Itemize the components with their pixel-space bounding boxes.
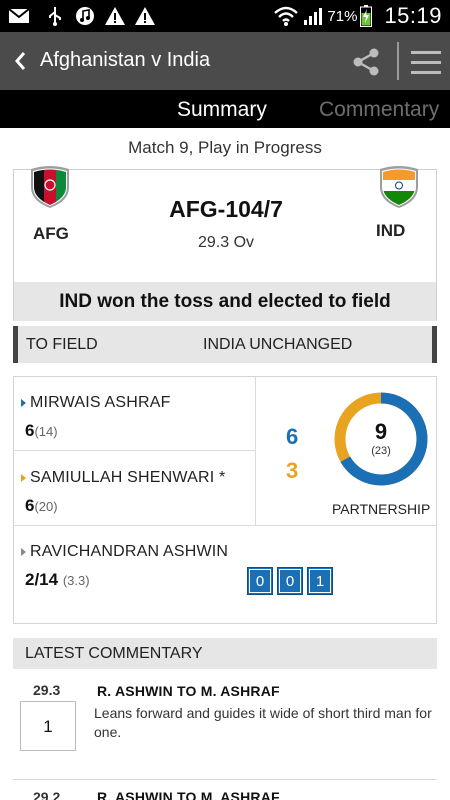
players-panel: MIRWAIS ASHRAF 6(14) SAMIULLAH SHENWARI … [13, 376, 437, 624]
battery-percent: 71% [327, 7, 358, 25]
action-bar-divider [397, 42, 399, 80]
ball-result: 0 [247, 567, 273, 595]
share-icon[interactable] [350, 46, 382, 78]
battery-charging-icon [360, 5, 373, 27]
partnership-balls: (23) [371, 445, 391, 457]
latest-commentary-title: LATEST COMMENTARY [25, 645, 203, 662]
warning-icon [104, 6, 126, 26]
to-field-label: TO FIELD [26, 336, 98, 353]
ball-result: 1 [307, 567, 333, 595]
panel-divider [14, 525, 436, 526]
tab-bar: Summary Commentary [0, 90, 450, 128]
partnership-runs: 9 [374, 419, 388, 444]
partnership-label: PARTNERSHIP [332, 501, 431, 517]
batsman2-partnership-runs: 3 [286, 458, 299, 483]
match-status: Match 9, Play in Progress [128, 138, 322, 157]
usb-icon [44, 6, 66, 26]
batsman2-score: 6(20) [25, 496, 58, 515]
signal-icon [303, 6, 325, 26]
latest-commentary-header: LATEST COMMENTARY [13, 638, 437, 669]
back-chevron-icon[interactable] [12, 50, 28, 72]
ball-result: 0 [277, 567, 303, 595]
batsman1-name[interactable]: MIRWAIS ASHRAF [30, 394, 171, 412]
innings-score: AFG-104/7 [169, 196, 283, 222]
bowler-marker-icon [21, 548, 26, 556]
tab-summary[interactable]: Summary [177, 98, 267, 122]
music-icon [74, 6, 96, 26]
panel-divider [255, 377, 256, 525]
batsman2-name[interactable]: SAMIULLAH SHENWARI * [30, 469, 225, 487]
warning-icon [134, 6, 156, 26]
bowler-name[interactable]: RAVICHANDRAN ASHWIN [30, 543, 228, 561]
page-title[interactable]: Afghanistan v India [40, 49, 210, 72]
panel-divider [14, 450, 256, 451]
batsman1-partnership-runs: 6 [286, 424, 299, 449]
score-card: AFG IND AFG-104/7 29.3 Ov IND won the to… [13, 166, 437, 321]
bowler-figures: 2/14 (3.3) [25, 570, 90, 589]
clock: 15:19 [384, 3, 442, 28]
commentary-over: 29.3 [33, 682, 61, 698]
email-notification-icon [8, 6, 30, 26]
hamburger-menu-icon[interactable] [410, 46, 442, 78]
wifi-icon [273, 5, 299, 27]
commentary-runs-box: 1 [20, 701, 76, 751]
commentary-divider [13, 779, 437, 780]
commentary-title: R. ASHWIN TO M. ASHRAF [97, 683, 280, 699]
status-bar: 71% 15:19 [0, 0, 450, 32]
action-bar: Afghanistan v India [0, 32, 450, 90]
overs: 29.3 Ov [197, 234, 255, 251]
to-field-bar: TO FIELD INDIA UNCHANGED [13, 326, 437, 363]
batsman1-score: 6(14) [25, 421, 58, 440]
batsman2-marker-icon [21, 474, 26, 482]
toss-result: IND won the toss and elected to field [14, 282, 436, 321]
commentary-over: 29.2 [33, 789, 61, 800]
to-field-value: INDIA UNCHANGED [203, 336, 353, 353]
tab-commentary[interactable]: Commentary [319, 98, 439, 122]
commentary-title: R. ASHWIN TO M. ASHRAF [97, 789, 280, 800]
commentary-text: Leans forward and guides it wide of shor… [94, 705, 432, 740]
batsman1-marker-icon [21, 399, 26, 407]
